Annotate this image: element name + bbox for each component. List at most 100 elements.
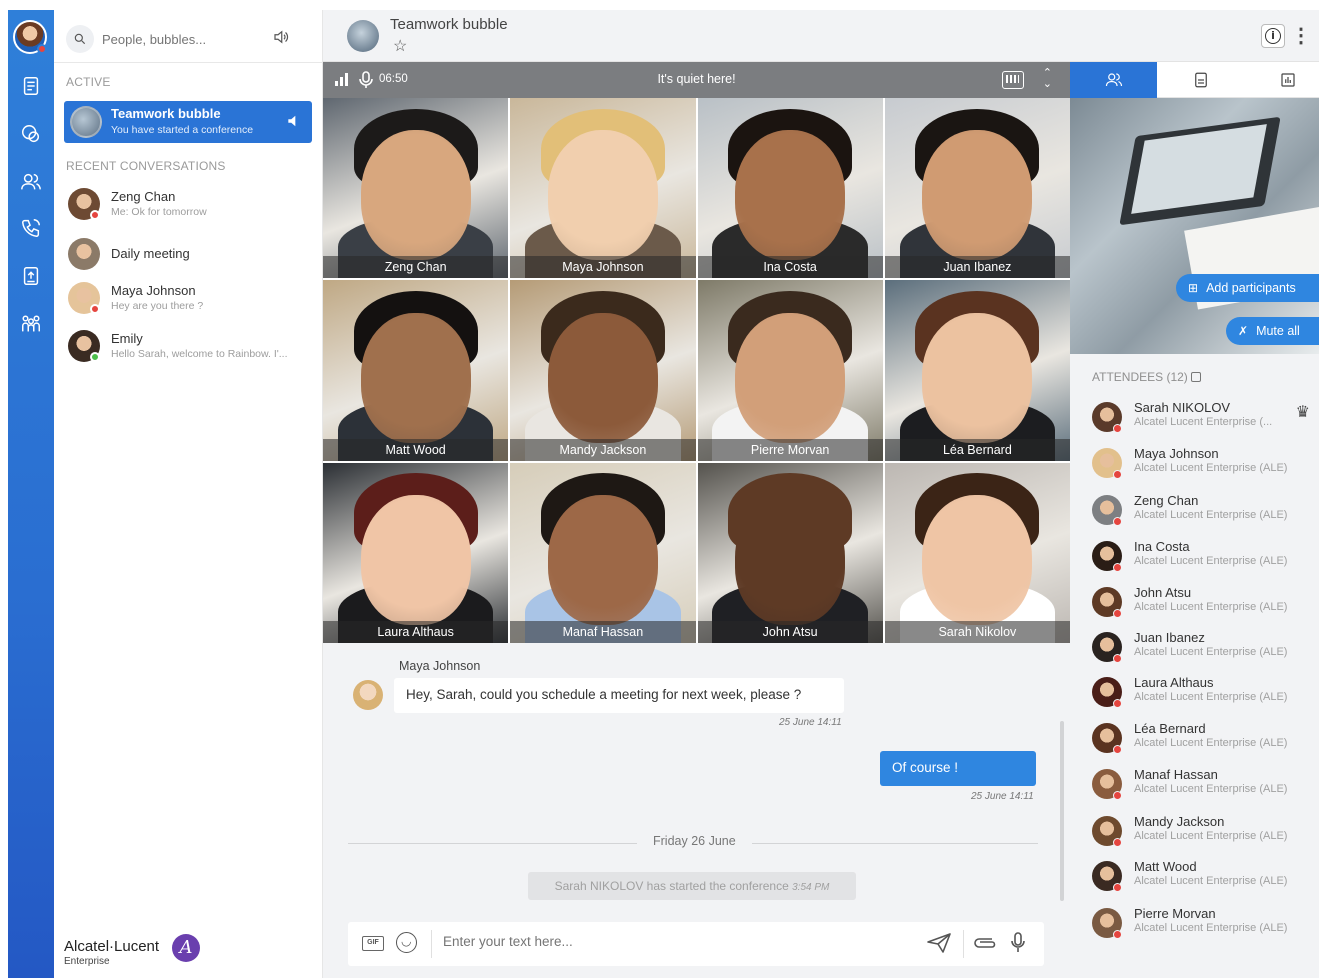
attendee-item[interactable]: Laura Althaus Alcatel Lucent Enterprise (… xyxy=(1092,673,1312,713)
voice-message-icon[interactable] xyxy=(1010,931,1026,955)
participant-face xyxy=(922,130,1033,261)
participant-name-label: Mandy Jackson xyxy=(510,438,696,461)
active-conversation-subtitle: You have started a conference xyxy=(111,124,254,136)
keypad-icon[interactable] xyxy=(1002,71,1024,89)
participant-name-label: Matt Wood xyxy=(323,438,509,461)
participant-video-tile[interactable]: John Atsu xyxy=(697,462,883,643)
send-icon[interactable] xyxy=(926,932,952,954)
expand-collapse-icon[interactable]: ⌃ ⌄ xyxy=(1043,68,1052,90)
mute-all-button[interactable]: ✗ Mute all xyxy=(1226,317,1319,345)
busy-presence-dot xyxy=(37,44,47,54)
participant-video-tile[interactable]: Pierre Morvan xyxy=(697,280,883,461)
presence-dot xyxy=(1113,699,1122,708)
participant-video-tile[interactable]: Matt Wood xyxy=(323,280,509,461)
bubbles-icon[interactable] xyxy=(19,312,43,336)
attendee-item[interactable]: Juan Ibanez Alcatel Lucent Enterprise (AL… xyxy=(1092,628,1312,668)
conversation-item[interactable]: Zeng Chan Me: Ok for tomorrow xyxy=(68,186,308,224)
conversation-name: Daily meeting xyxy=(111,246,190,261)
conversation-name: Emily xyxy=(111,331,143,346)
attendees-title-text: ATTENDEES (12) xyxy=(1092,370,1188,384)
speaker-icon[interactable] xyxy=(272,28,290,51)
participant-video-tile[interactable]: Mandy Jackson xyxy=(510,280,696,461)
conversation-item[interactable]: Emily Hello Sarah, welcome to Rainbow. I'… xyxy=(68,328,308,366)
add-participants-button[interactable]: ⊞ Add participants xyxy=(1176,274,1319,302)
attendee-item[interactable]: Ina Costa Alcatel Lucent Enterprise (ALE) xyxy=(1092,537,1312,577)
news-feed-icon[interactable] xyxy=(19,74,43,98)
presence-dot xyxy=(90,352,100,362)
bubble-details-panel: ⊞ Add participants ✗ Mute all ATTENDEES (1… xyxy=(1070,62,1319,978)
attendee-company: Alcatel Lucent Enterprise (ALE) xyxy=(1134,783,1288,795)
emoji-icon[interactable] xyxy=(396,932,417,953)
my-avatar[interactable] xyxy=(13,20,47,54)
conversation-panel: ACTIVE Teamwork bubble You have started … xyxy=(54,10,323,978)
attendee-name: Léa Bernard xyxy=(1134,721,1206,736)
attendee-name: Maya Johnson xyxy=(1134,446,1219,461)
presence-dot xyxy=(90,304,100,314)
tab-participants[interactable] xyxy=(1070,62,1157,98)
presence-dot xyxy=(1113,609,1122,618)
participant-video-tile[interactable]: Laura Althaus xyxy=(323,462,509,643)
participant-face xyxy=(547,312,658,443)
participant-face xyxy=(360,130,471,261)
attendee-name: Pierre Morvan xyxy=(1134,906,1216,921)
attendee-item[interactable]: Mandy Jackson Alcatel Lucent Enterprise (… xyxy=(1092,812,1312,852)
active-conversation-title: Teamwork bubble xyxy=(111,106,221,121)
conversations-icon[interactable] xyxy=(19,122,43,146)
participant-name-label: Laura Althaus xyxy=(323,620,509,643)
attendee-item[interactable]: Zeng Chan Alcatel Lucent Enterprise (ALE) xyxy=(1092,491,1312,531)
info-button[interactable]: i xyxy=(1261,24,1285,48)
bubble-avatar xyxy=(347,20,379,52)
app-rail xyxy=(8,10,54,978)
active-conversation-item[interactable]: Teamwork bubble You have started a confe… xyxy=(64,101,312,143)
attendee-name: Sarah NIKOLOV xyxy=(1134,400,1231,415)
message-composer: GIF xyxy=(348,922,1044,966)
participant-video-tile[interactable]: Maya Johnson xyxy=(510,98,696,279)
attendee-item[interactable]: Pierre Morvan Alcatel Lucent Enterprise (… xyxy=(1092,904,1312,944)
calls-icon[interactable] xyxy=(19,216,43,240)
event-text: Sarah NIKOLOV has started the conference xyxy=(554,879,789,893)
gif-icon[interactable]: GIF xyxy=(362,936,384,951)
outgoing-message: Of course ! xyxy=(880,751,1036,786)
more-options-icon[interactable]: ⋮ xyxy=(1291,24,1311,48)
attendee-company: Alcatel Lucent Enterprise (ALE) xyxy=(1134,462,1288,474)
attendee-item[interactable]: Léa Bernard Alcatel Lucent Enterprise (AL… xyxy=(1092,719,1312,759)
participant-video-tile[interactable]: Sarah Nikolov xyxy=(884,462,1070,643)
attachment-icon[interactable] xyxy=(972,934,998,952)
conversation-last-message: Hello Sarah, welcome to Rainbow. I'... xyxy=(111,348,288,360)
attendee-company: Alcatel Lucent Enterprise (... xyxy=(1134,416,1273,428)
participant-video-tile[interactable]: Manaf Hassan xyxy=(510,462,696,643)
divider xyxy=(963,930,964,958)
chat-scrollbar[interactable] xyxy=(1060,721,1064,901)
conversation-item[interactable]: Daily meeting xyxy=(68,236,308,274)
tab-files[interactable] xyxy=(1157,62,1244,98)
day-separator-label: Friday 26 June xyxy=(637,834,752,848)
presence-dot xyxy=(1113,745,1122,754)
attendees-title: ATTENDEES (12) xyxy=(1092,370,1202,384)
conversation-item[interactable]: Maya Johnson Hey are you there ? xyxy=(68,280,308,318)
participant-video-tile[interactable]: Zeng Chan xyxy=(323,98,509,279)
attendee-item[interactable]: John Atsu Alcatel Lucent Enterprise (ALE) xyxy=(1092,583,1312,623)
attendee-item[interactable]: Maya Johnson Alcatel Lucent Enterprise (A… xyxy=(1092,444,1312,484)
favorite-star-icon[interactable]: ☆ xyxy=(393,36,407,56)
participant-video-tile[interactable]: Ina Costa xyxy=(697,98,883,279)
participant-video-tile[interactable]: Léa Bernard xyxy=(884,280,1070,461)
message-input[interactable] xyxy=(443,934,903,949)
search-input[interactable] xyxy=(102,31,272,47)
shared-screen-preview[interactable]: ⊞ Add participants ✗ Mute all xyxy=(1070,98,1319,354)
attendee-company: Alcatel Lucent Enterprise (ALE) xyxy=(1134,875,1288,887)
participant-video-tile[interactable]: Juan Ibanez xyxy=(884,98,1070,279)
files-icon[interactable] xyxy=(19,264,43,288)
conversation-title: Teamwork bubble xyxy=(390,16,508,33)
presence-dot xyxy=(1113,930,1122,939)
attendee-item[interactable]: Manaf Hassan Alcatel Lucent Enterprise (A… xyxy=(1092,765,1312,805)
video-grid: Zeng Chan Maya Johnson Ina Costa Juan Ibane… xyxy=(323,98,1070,643)
attendee-item[interactable]: Matt Wood Alcatel Lucent Enterprise (ALE) xyxy=(1092,857,1312,897)
search-icon[interactable] xyxy=(66,25,94,53)
participant-face xyxy=(735,130,846,261)
contacts-icon[interactable] xyxy=(19,170,43,194)
attendee-item[interactable]: Sarah NIKOLOV Alcatel Lucent Enterprise (… xyxy=(1092,398,1312,438)
add-icon: ⊞ xyxy=(1188,281,1199,295)
participant-name-label: Juan Ibanez xyxy=(884,256,1070,279)
tab-statistics[interactable] xyxy=(1244,62,1319,98)
add-participants-label: Add participants xyxy=(1206,281,1296,295)
